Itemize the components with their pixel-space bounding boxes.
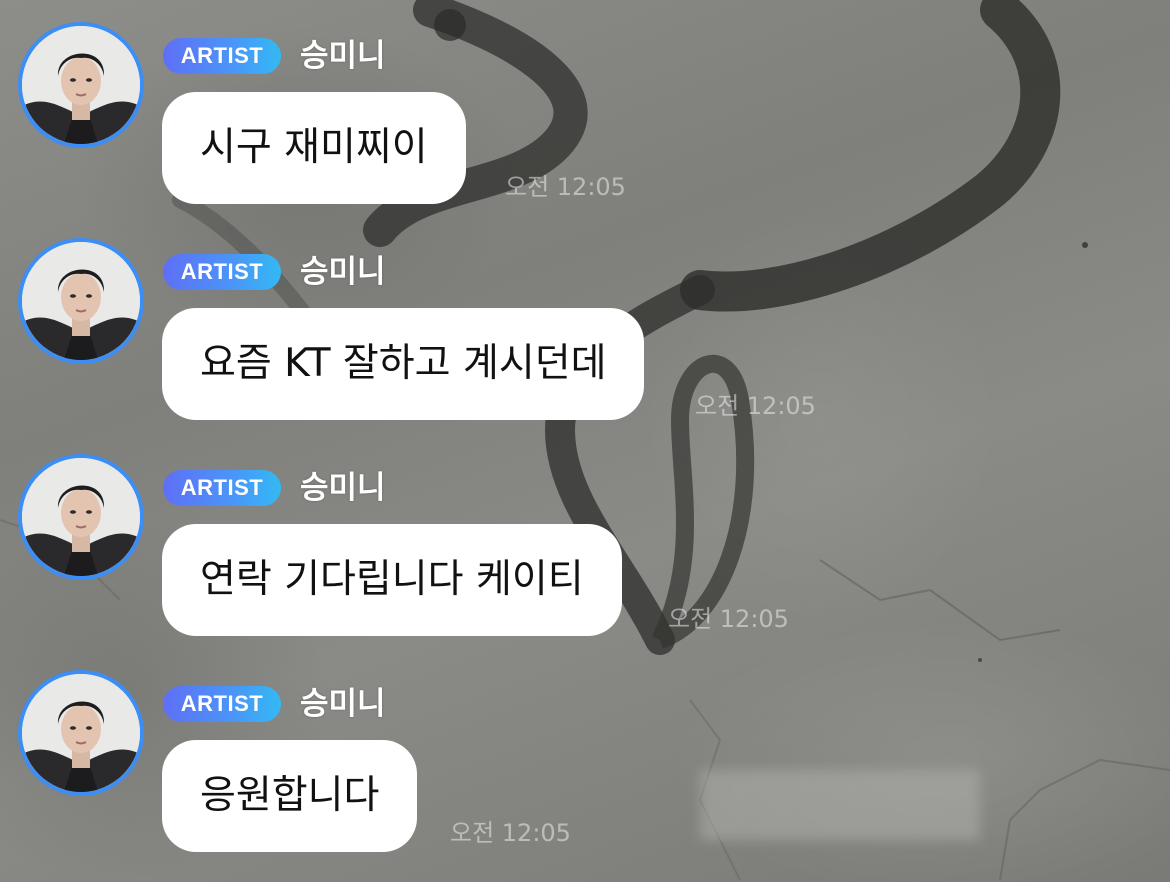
sender-name[interactable]: 승미니 xyxy=(300,466,386,510)
artist-avatar[interactable] xyxy=(18,238,144,364)
message-bubble[interactable]: 연락 기다립니다 케이티 xyxy=(162,524,622,636)
profile-photo-icon xyxy=(22,242,140,360)
message-bubble[interactable]: 요즘 KT 잘하고 계시던데 xyxy=(162,308,645,420)
chat-feed[interactable]: ARTIST 승미니 시구 재미찌이 오전 12:05 ARTIST 승미니 요… xyxy=(0,0,1170,882)
artist-badge: ARTIST xyxy=(163,686,281,722)
chat-message: ARTIST 승미니 응원합니다 오전 12:05 xyxy=(0,648,1170,864)
message-timestamp: 오전 12:05 xyxy=(668,605,789,633)
artist-avatar[interactable] xyxy=(18,22,144,148)
artist-badge: ARTIST xyxy=(163,254,281,290)
message-timestamp: 오전 12:05 xyxy=(505,173,626,201)
sender-name[interactable]: 승미니 xyxy=(300,682,386,726)
chat-message: ARTIST 승미니 요즘 KT 잘하고 계시던데 오전 12:05 xyxy=(0,216,1170,432)
chat-message: ARTIST 승미니 시구 재미찌이 오전 12:05 xyxy=(0,0,1170,216)
message-timestamp: 오전 12:05 xyxy=(695,392,816,420)
artist-avatar[interactable] xyxy=(18,454,144,580)
sender-name[interactable]: 승미니 xyxy=(300,250,386,294)
chat-message: ARTIST 승미니 연락 기다립니다 케이티 오전 12:05 xyxy=(0,432,1170,648)
message-bubble[interactable]: 응원합니다 xyxy=(162,740,418,852)
artist-badge: ARTIST xyxy=(163,470,281,506)
profile-photo-icon xyxy=(22,674,140,792)
artist-avatar[interactable] xyxy=(18,670,144,796)
sender-name[interactable]: 승미니 xyxy=(300,34,386,78)
message-bubble[interactable]: 시구 재미찌이 xyxy=(162,92,466,204)
profile-photo-icon xyxy=(22,26,140,144)
message-timestamp: 오전 12:05 xyxy=(450,819,571,847)
profile-photo-icon xyxy=(22,458,140,576)
artist-badge: ARTIST xyxy=(163,38,281,74)
